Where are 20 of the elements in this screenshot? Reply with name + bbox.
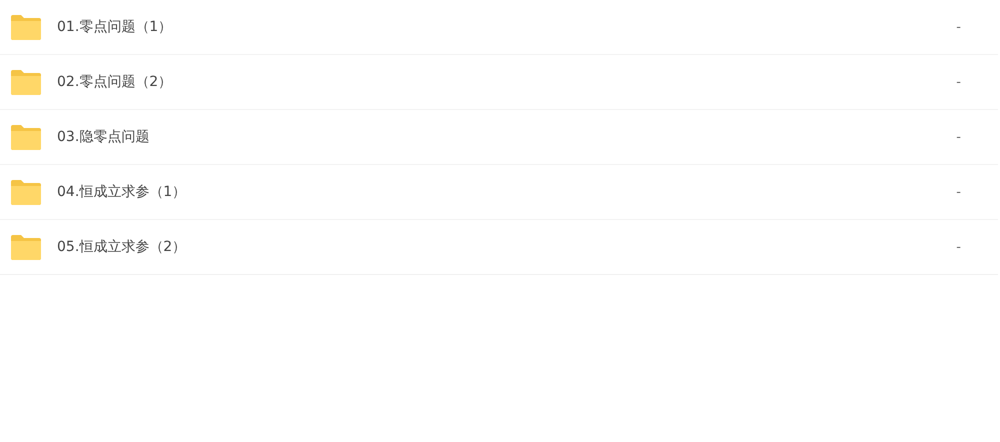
file-size: - bbox=[956, 130, 961, 144]
file-size: - bbox=[956, 240, 961, 254]
folder-row[interactable]: 04.恒成立求参（1） - bbox=[0, 165, 998, 220]
folder-icon bbox=[10, 234, 42, 260]
folder-icon bbox=[10, 70, 42, 94]
folder-row[interactable]: 03.隐零点问题 - bbox=[0, 110, 998, 165]
file-size: - bbox=[956, 74, 961, 90]
folder-icon bbox=[10, 124, 42, 150]
file-size: - bbox=[956, 20, 961, 34]
folder-row[interactable]: 05.恒成立求参（2） - bbox=[0, 220, 998, 274]
folder-row[interactable]: 02.零点问题（2） - bbox=[0, 55, 998, 110]
folder-name: 01.零点问题（1） bbox=[57, 18, 174, 36]
folder-name: 02.零点问题（2） bbox=[57, 73, 174, 91]
folder-name: 05.恒成立求参（2） bbox=[57, 238, 188, 256]
folder-name: 03.隐零点问题 bbox=[57, 128, 150, 146]
folder-name: 04.恒成立求参（1） bbox=[57, 183, 188, 201]
folder-row[interactable]: 01.零点问题（1） - bbox=[0, 0, 998, 55]
folder-icon bbox=[10, 180, 42, 204]
folder-icon bbox=[10, 14, 42, 40]
file-size: - bbox=[956, 184, 961, 200]
